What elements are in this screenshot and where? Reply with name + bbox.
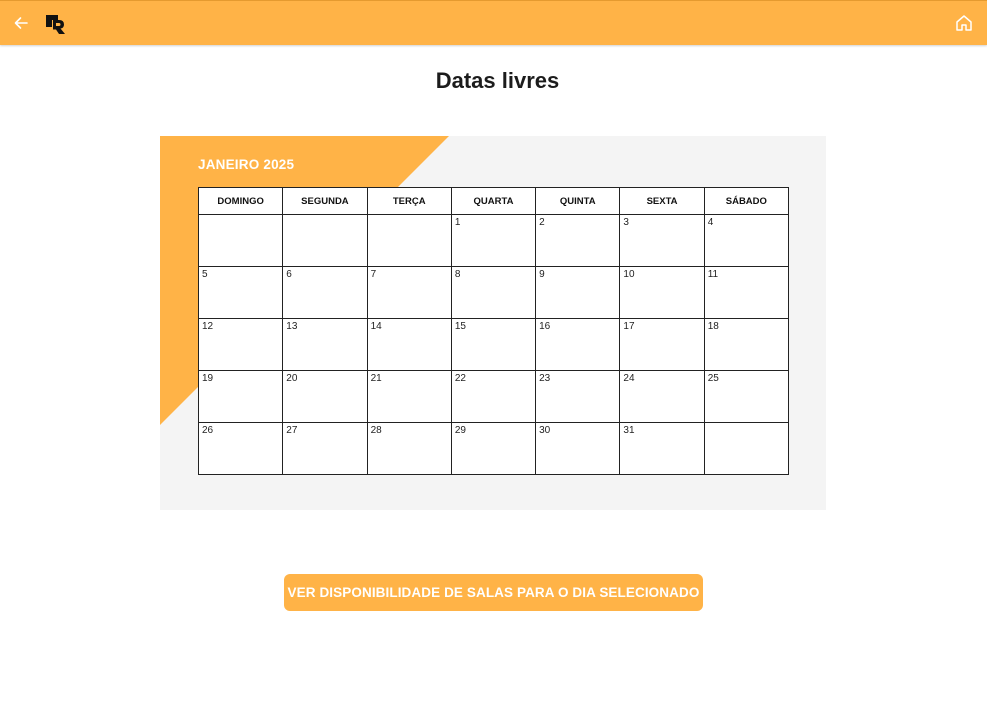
home-icon (956, 15, 972, 31)
weekday-header: SEGUNDA (282, 187, 368, 215)
calendar-day-cell[interactable]: 27 (282, 422, 368, 475)
weekday-header: QUINTA (535, 187, 621, 215)
calendar-day-cell[interactable]: 25 (703, 370, 790, 423)
calendar-day-cell[interactable]: 28 (366, 422, 452, 475)
calendar-week-row: 19 20 21 22 23 24 25 (197, 370, 790, 423)
top-app-bar (0, 0, 987, 45)
calendar-day-cell[interactable]: 4 (703, 214, 790, 267)
calendar-day-cell[interactable]: 20 (282, 370, 368, 423)
calendar-day-cell[interactable]: 19 (197, 370, 284, 423)
calendar-day-cell[interactable]: 8 (450, 266, 537, 319)
calendar-day-cell[interactable]: 24 (619, 370, 705, 423)
calendar-day-cell[interactable]: 12 (197, 318, 284, 371)
calendar-day-cell[interactable]: 7 (366, 266, 452, 319)
calendar-day-cell[interactable]: 9 (535, 266, 621, 319)
calendar-day-cell[interactable]: 21 (366, 370, 452, 423)
calendar-day-cell[interactable]: 3 (619, 214, 705, 267)
calendar-day-cell (366, 214, 452, 267)
calendar-day-cell[interactable]: 23 (535, 370, 621, 423)
weekday-header: SEXTA (619, 187, 705, 215)
calendar-week-row: 1 2 3 4 (197, 214, 790, 267)
weekday-header: QUARTA (450, 187, 537, 215)
calendar-day-cell[interactable]: 1 (450, 214, 537, 267)
calendar-day-cell[interactable]: 30 (535, 422, 621, 475)
calendar-week-row: 12 13 14 15 16 17 18 (197, 318, 790, 371)
calendar-day-cell[interactable]: 15 (450, 318, 537, 371)
back-button[interactable] (10, 12, 32, 34)
calendar-week-row: 26 27 28 29 30 31 (197, 422, 790, 475)
calendar-day-cell[interactable]: 17 (619, 318, 705, 371)
calendar-day-cell[interactable]: 29 (450, 422, 537, 475)
brand-logo-icon (45, 14, 67, 36)
home-button[interactable] (953, 12, 975, 34)
calendar-day-cell (703, 422, 790, 475)
calendar-day-cell[interactable]: 11 (703, 266, 790, 319)
calendar-day-cell[interactable]: 5 (197, 266, 284, 319)
calendar-day-cell[interactable]: 6 (282, 266, 368, 319)
check-availability-button[interactable]: VER DISPONIBILIDADE DE SALAS PARA O DIA … (284, 574, 703, 611)
calendar-day-cell (197, 214, 284, 267)
weekday-header: TERÇA (366, 187, 452, 215)
calendar-day-cell[interactable]: 26 (197, 422, 284, 475)
weekday-header: DOMINGO (197, 187, 284, 215)
calendar-card: JANEIRO 2025 DOMINGO SEGUNDA TERÇA QUART… (160, 136, 826, 510)
page-title: Datas livres (435, 68, 560, 93)
calendar-day-cell[interactable]: 14 (366, 318, 452, 371)
calendar-grid: DOMINGO SEGUNDA TERÇA QUARTA QUINTA SEXT… (197, 187, 790, 475)
calendar-day-cell[interactable]: 13 (282, 318, 368, 371)
weekday-header-row: DOMINGO SEGUNDA TERÇA QUARTA QUINTA SEXT… (197, 187, 790, 215)
calendar-day-cell[interactable]: 31 (619, 422, 705, 475)
calendar-day-cell (282, 214, 368, 267)
weekday-header: SÁBADO (703, 187, 790, 215)
calendar-day-cell[interactable]: 16 (535, 318, 621, 371)
calendar-day-cell[interactable]: 18 (703, 318, 790, 371)
arrow-left-icon (14, 17, 28, 29)
calendar-day-cell[interactable]: 2 (535, 214, 621, 267)
calendar-day-cell[interactable]: 22 (450, 370, 537, 423)
calendar-day-cell[interactable]: 10 (619, 266, 705, 319)
calendar-month-title: JANEIRO 2025 (198, 157, 295, 172)
calendar-week-row: 5 6 7 8 9 10 11 (197, 266, 790, 319)
